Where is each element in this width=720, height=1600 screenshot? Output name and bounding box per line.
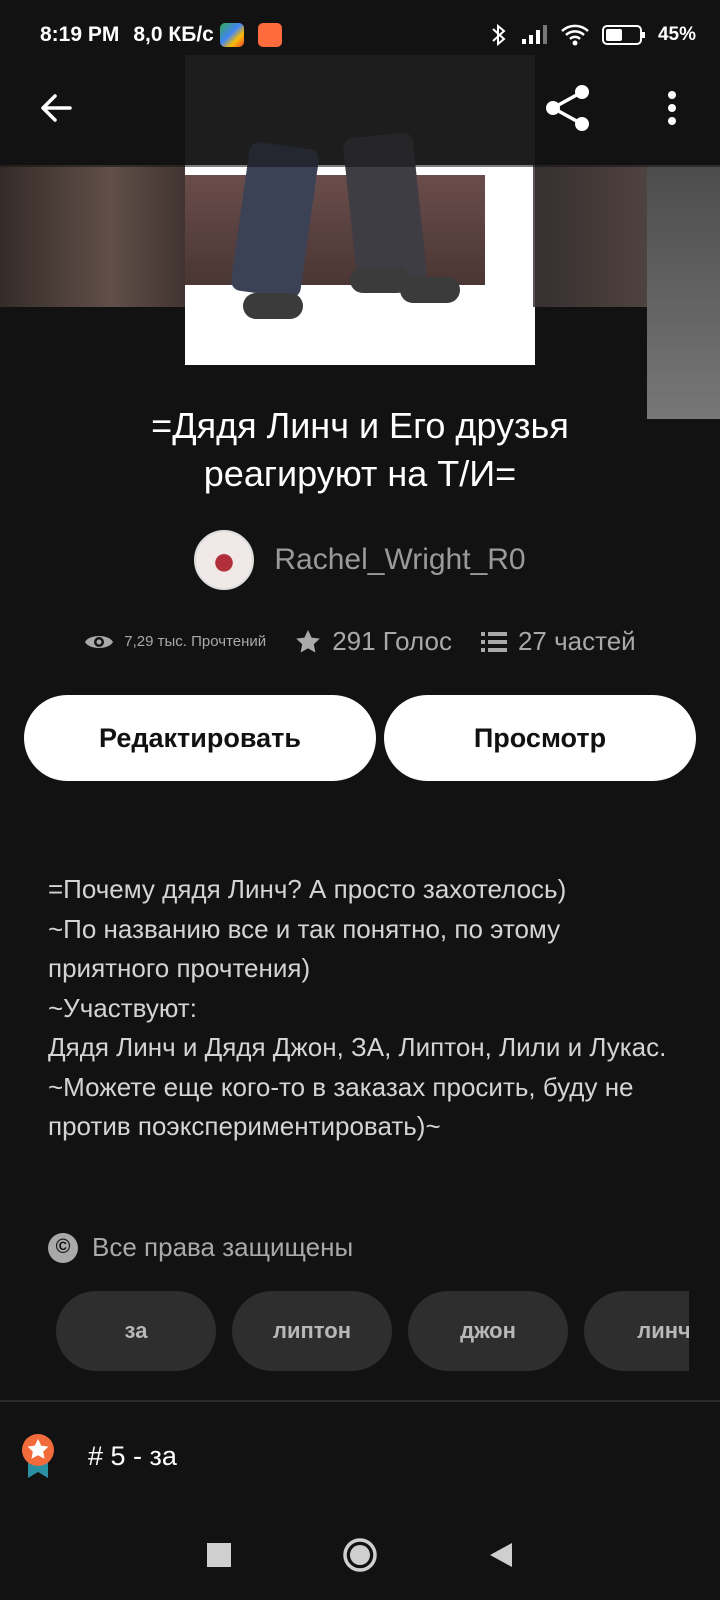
arrow-left-icon bbox=[41, 94, 72, 122]
status-left: 8:19 PM 8,0 КБ/с bbox=[40, 23, 282, 47]
preview-button[interactable]: Просмотр bbox=[384, 695, 696, 781]
author-name[interactable]: Rachel_Wright_R0 bbox=[274, 543, 525, 577]
wifi-icon bbox=[561, 24, 589, 46]
divider bbox=[0, 1400, 720, 1402]
top-app-bar bbox=[0, 55, 720, 167]
ranking-text[interactable]: # 5 - за bbox=[88, 1441, 177, 1472]
author-row[interactable]: Rachel_Wright_R0 bbox=[0, 530, 720, 590]
votes-count: 291 Голос bbox=[332, 626, 452, 656]
cover-previous[interactable] bbox=[0, 165, 185, 307]
story-stats: 7,29 тыс. Прочтений 291 Голос 27 частей bbox=[0, 626, 720, 657]
more-vertical-icon bbox=[668, 91, 676, 125]
ranking-row[interactable]: # 5 - за bbox=[20, 1432, 177, 1480]
home-icon[interactable] bbox=[342, 1537, 378, 1573]
copyright-row: © Все права защищены bbox=[48, 1232, 353, 1263]
tag-list[interactable]: за липтон джон линч bbox=[56, 1291, 689, 1371]
story-description: =Почему дядя Линч? А просто захотелось) … bbox=[48, 874, 667, 1141]
list-icon bbox=[480, 631, 507, 652]
signal-icon bbox=[521, 25, 547, 44]
parts-count: 27 частей bbox=[517, 626, 636, 656]
share-button[interactable] bbox=[540, 80, 596, 136]
status-time: 8:19 PM bbox=[40, 23, 120, 46]
edit-button[interactable]: Редактировать bbox=[24, 695, 376, 781]
reads-stat: 7,29 тыс. Прочтений bbox=[84, 631, 266, 653]
reads-count: 7,29 тыс. Прочтений bbox=[124, 633, 267, 650]
star-icon bbox=[296, 629, 320, 652]
copyright-text: Все права защищены bbox=[92, 1232, 354, 1262]
network-speed: 8,0 КБ/с bbox=[133, 23, 214, 46]
more-options-button[interactable] bbox=[650, 80, 694, 136]
share-icon bbox=[546, 85, 589, 131]
recents-icon[interactable] bbox=[206, 1542, 232, 1568]
back-nav-icon[interactable] bbox=[488, 1541, 514, 1569]
play-store-icon bbox=[219, 23, 244, 47]
tag-chip[interactable]: за bbox=[56, 1291, 216, 1371]
tag-chip[interactable]: липтон bbox=[232, 1291, 392, 1371]
story-details-screen: 8:19 PM 8,0 КБ/с 45% =Дядя Линч и Его др… bbox=[0, 0, 720, 1600]
tag-chip[interactable]: джон bbox=[408, 1291, 568, 1371]
author-avatar[interactable] bbox=[194, 530, 255, 590]
battery-icon bbox=[601, 25, 645, 45]
status-bar: 8:19 PM 8,0 КБ/с 45% bbox=[0, 0, 720, 70]
bluetooth-icon bbox=[492, 23, 506, 47]
copyright-icon: © bbox=[48, 1232, 78, 1263]
eye-icon bbox=[85, 635, 114, 648]
tag-chip[interactable]: линч bbox=[584, 1291, 689, 1371]
votes-stat: 291 Голос bbox=[294, 626, 452, 657]
rank-badge-icon bbox=[22, 1434, 54, 1478]
back-button[interactable] bbox=[28, 80, 84, 136]
cover-next-far[interactable] bbox=[647, 165, 720, 419]
cover-next[interactable] bbox=[533, 165, 648, 307]
battery-level: 45% bbox=[657, 24, 696, 45]
game-icon bbox=[257, 23, 282, 47]
system-navigation-bar bbox=[0, 1510, 720, 1600]
parts-stat: 27 частей bbox=[480, 626, 636, 657]
story-title: =Дядя Линч и Его друзья реагируют на Т/И… bbox=[151, 405, 569, 494]
status-right: 45% bbox=[490, 23, 696, 47]
